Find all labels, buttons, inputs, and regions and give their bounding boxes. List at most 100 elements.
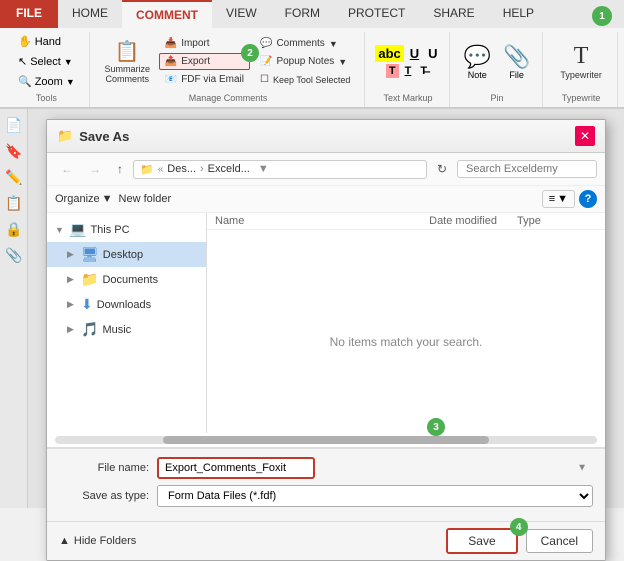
undo-redo-area: 1 (592, 6, 612, 26)
tree-item-desktop[interactable]: ▶ 🖥 Desktop (47, 242, 206, 267)
hand-icon: ✋ (18, 35, 32, 48)
tab-protect[interactable]: PROTECT (334, 0, 419, 28)
sidebar-attachments-icon[interactable]: 📎 (2, 243, 26, 267)
toolbar-right: ≡ ▼ ? (542, 190, 597, 208)
dialog-title: 📁 Save As (57, 128, 129, 144)
badge-1: 1 (592, 6, 612, 26)
tools-buttons: ✋ Hand ↖ Select ▼ 🔍 Zoom ▼ (12, 32, 81, 91)
main-area: 📄 🔖 ✏️ 📋 🔒 📎 📁 Save As ✕ ← → ↑ (0, 109, 624, 508)
file-browser: ▼ 💻 This PC ▶ 🖥 Desktop ▶ 📁 Documents (47, 213, 605, 433)
column-headers: Name Date modified Type (207, 213, 605, 230)
file-name-row: File name: ▼ (59, 457, 593, 479)
dialog-footer: ▲ Hide Folders Save 4 Cancel (47, 521, 605, 560)
file-name-dropdown-arrow[interactable]: ▼ (577, 463, 587, 474)
typewriter-icon: T (574, 43, 589, 70)
hand-button[interactable]: ✋ Hand (12, 32, 67, 51)
popup-icon: 📝 (260, 56, 272, 67)
tab-help[interactable]: HELP (489, 0, 548, 28)
main-file-panel: Name Date modified Type No items match y… (207, 213, 605, 433)
zoom-icon: 🔍 (18, 75, 32, 88)
highlight-t-icon[interactable]: T (386, 64, 399, 78)
sidebar-layers-icon[interactable]: 📋 (2, 191, 26, 215)
file-icon: 📎 (503, 44, 530, 70)
nav-dropdown-arrow[interactable]: ▼ (258, 163, 269, 175)
music-icon: 🎵 (81, 321, 98, 338)
forward-button[interactable]: → (83, 159, 107, 179)
refresh-button[interactable]: ↻ (431, 159, 453, 179)
file-button[interactable]: 📎 File (499, 40, 534, 84)
tree-item-this-pc[interactable]: ▼ 💻 This PC (47, 217, 206, 242)
tab-home[interactable]: HOME (58, 0, 122, 28)
hide-folders-button[interactable]: ▲ Hide Folders (59, 535, 136, 547)
file-name-label: File name: (59, 462, 149, 474)
save-as-type-select[interactable]: Form Data Files (*.fdf) (157, 485, 593, 507)
pin-group-label: Pin (490, 93, 503, 103)
dialog-titlebar: 📁 Save As ✕ (47, 120, 605, 153)
cancel-button[interactable]: Cancel (526, 529, 593, 553)
downloads-icon: ⬇ (81, 296, 93, 313)
new-folder-button[interactable]: New folder (119, 193, 172, 205)
comments-button[interactable]: 💬 Comments ▼ (254, 35, 356, 52)
expand-icon: ▼ (55, 225, 65, 235)
tab-view[interactable]: VIEW (212, 0, 271, 28)
sidebar-page-icon[interactable]: 📄 (2, 113, 26, 137)
file-name-input[interactable] (157, 457, 315, 479)
up-button[interactable]: ↑ (111, 159, 129, 179)
sidebar-security-icon[interactable]: 🔒 (2, 217, 26, 241)
tree-item-documents[interactable]: ▶ 📁 Documents (47, 267, 206, 292)
tab-share[interactable]: SHARE (419, 0, 488, 28)
organize-chevron: ▼ (102, 193, 113, 205)
view-chevron: ▼ (557, 193, 568, 205)
manage-comments-label: Manage Comments (189, 93, 268, 103)
save-as-dialog: 📁 Save As ✕ ← → ↑ 📁 « Des... › Exceld...… (46, 119, 606, 561)
dialog-close-button[interactable]: ✕ (575, 126, 595, 146)
sidebar-annotation-icon[interactable]: ✏️ (2, 165, 26, 189)
save-as-type-label: Save as type: (59, 490, 149, 502)
tree-item-music[interactable]: ▶ 🎵 Music (47, 317, 206, 342)
zoom-button[interactable]: 🔍 Zoom ▼ (12, 72, 81, 91)
keep-tool-icon: ☐ (260, 74, 269, 85)
tab-file[interactable]: FILE (0, 0, 58, 28)
underline-t-icon[interactable]: T̲ (402, 64, 415, 78)
save-as-type-wrapper: Form Data Files (*.fdf) (157, 485, 593, 507)
strikethrough-t-icon[interactable]: T̶ (417, 64, 430, 78)
note-button[interactable]: 💬 Note (460, 40, 495, 84)
import-button[interactable]: 📥 Import (159, 35, 250, 52)
dialog-overlay: 📁 Save As ✕ ← → ↑ 📁 « Des... › Exceld...… (28, 109, 624, 508)
expand-icon-docs: ▶ (67, 274, 77, 285)
underline-u-icon[interactable]: U (407, 45, 422, 62)
tree-item-downloads[interactable]: ▶ ⬇ Downloads (47, 292, 206, 317)
back-button[interactable]: ← (55, 159, 79, 179)
expand-icon-music: ▶ (67, 324, 77, 335)
tab-form[interactable]: FORM (271, 0, 334, 28)
strikethrough-u-icon[interactable]: U (425, 45, 440, 62)
highlight-abc-icon[interactable]: abc (375, 45, 403, 62)
save-as-type-row: Save as type: Form Data Files (*.fdf) (59, 485, 593, 507)
help-button[interactable]: ? (579, 190, 597, 208)
keep-tool-button[interactable]: ☐ Keep Tool Selected (254, 71, 356, 88)
nav-path: 📁 « Des... › Exceld... ▼ (133, 160, 427, 179)
export-icon: 📤 (165, 56, 177, 67)
tab-comment[interactable]: COMMENT (122, 0, 212, 28)
horizontal-scrollbar[interactable] (55, 436, 597, 444)
select-button[interactable]: ↖ Select ▼ (12, 52, 79, 71)
summarize-button[interactable]: 📋 Summarize Comments (100, 35, 155, 88)
scrollbar-thumb[interactable] (163, 436, 488, 444)
view-toggle-button[interactable]: ≡ ▼ (542, 190, 575, 208)
comments-icon: 💬 (260, 38, 272, 49)
export-button[interactable]: 📤 Export 2 (159, 53, 250, 70)
save-button[interactable]: Save (446, 528, 517, 554)
left-sidebar: 📄 🔖 ✏️ 📋 🔒 📎 (0, 109, 28, 508)
select-icon: ↖ (18, 55, 27, 68)
documents-icon: 📁 (81, 271, 98, 288)
toolbar-left: Organize ▼ New folder (55, 193, 171, 205)
summarize-icon: 📋 (115, 39, 140, 64)
pin-group: 💬 Note 📎 File Pin (452, 32, 544, 107)
fdf-icon: 📧 (165, 74, 177, 85)
organize-button[interactable]: Organize ▼ (55, 193, 113, 205)
popup-notes-button[interactable]: 📝 Popup Notes ▼ (254, 53, 356, 70)
search-input[interactable] (457, 160, 597, 178)
sidebar-bookmark-icon[interactable]: 🔖 (2, 139, 26, 163)
fdf-button[interactable]: 📧 FDF via Email (159, 71, 250, 88)
typewriter-button[interactable]: T Typewriter (553, 39, 609, 84)
